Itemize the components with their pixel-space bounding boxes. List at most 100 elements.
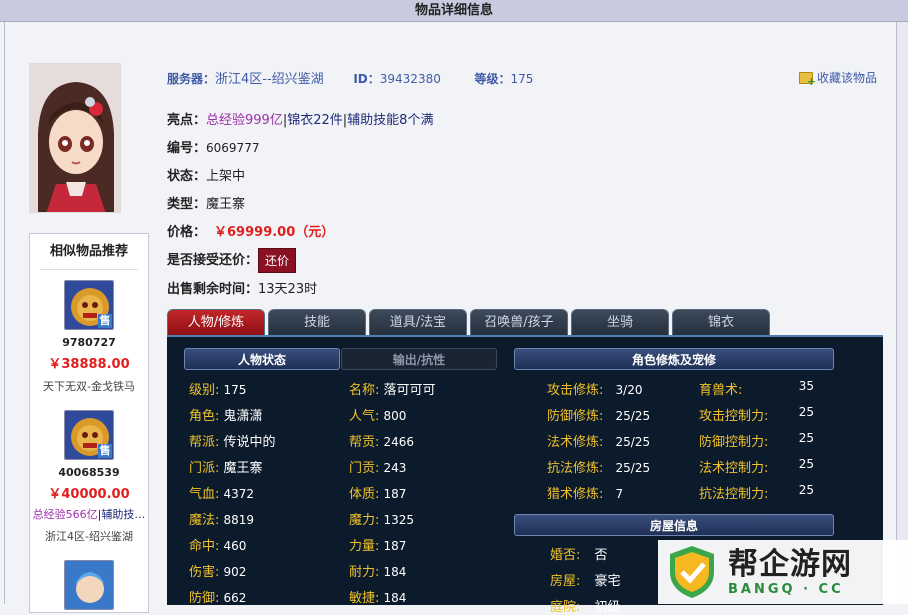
price-value: ￥69999.00（元） <box>214 225 335 240</box>
remaining-label: 出售剩余时间： <box>167 282 259 297</box>
stat-agility: 敏捷: 184 <box>349 591 407 606</box>
item-thumbnail[interactable]: 售 <box>64 280 114 330</box>
id-label: ID： <box>353 72 380 86</box>
type-value: 魔王寨 <box>206 197 246 212</box>
cultivation-spell-control: 法术控制力: 25 <box>699 457 814 476</box>
tab-character[interactable]: 人物/修炼 <box>167 309 265 335</box>
stat-school: 门派: 魔王寨 <box>189 461 263 476</box>
shield-logo-icon <box>670 546 714 598</box>
price-row: 价格： ￥69999.00（元） <box>167 221 334 240</box>
detail-tabs: 人物/修炼 技能 道具/法宝 召唤兽/孩子 坐骑 锦衣 <box>167 309 770 335</box>
serial-row: 编号：6069777 <box>167 137 259 156</box>
stat-damage: 伤害: 902 <box>189 565 247 580</box>
page-title: 物品详细信息 <box>0 0 908 22</box>
bargain-label: 是否接受还价： <box>167 253 259 268</box>
cultivation-attack: 攻击修炼: 3/20 <box>547 383 643 398</box>
level-value: 175 <box>510 72 534 86</box>
house-courtyard: 庭院: 初级 <box>550 600 621 615</box>
similar-items-panel: 相似物品推荐 售 9780727 ￥38888.00 天下无双-金戈铁马 售 4… <box>29 233 149 613</box>
highlight-exp: 总经验999亿 <box>206 113 283 128</box>
folder-add-icon <box>799 71 816 88</box>
similar-item[interactable] <box>30 560 148 610</box>
serial-label: 编号： <box>167 141 207 156</box>
stat-role: 角色: 鬼潇潇 <box>189 409 263 424</box>
bargain-row: 是否接受还价： 还价 <box>167 248 297 273</box>
item-thumbnail[interactable]: 售 <box>64 410 114 460</box>
stat-magic: 魔力: 1325 <box>349 513 415 528</box>
stat-mp: 魔法: 8819 <box>189 513 255 528</box>
type-row: 类型：魔王寨 <box>167 193 245 212</box>
cultivation-hunting: 猎术修炼: 7 <box>547 487 624 502</box>
stat-popularity: 人气: 800 <box>349 409 407 424</box>
highlight-exp: 总经验566亿 <box>32 508 98 521</box>
house-type: 房屋: 豪宅 <box>550 574 621 589</box>
highlights-label: 亮点： <box>167 113 207 128</box>
stat-defense: 防御: 662 <box>189 591 247 606</box>
character-portrait-image <box>30 64 120 212</box>
similar-item-desc: 浙江4区-绍兴鉴湖 <box>45 530 133 543</box>
house-title: 房屋信息 <box>514 514 834 536</box>
item-header: 服务器：浙江4区--绍兴鉴湖 ID：39432380 等级：175 <box>167 68 533 87</box>
server-label: 服务器： <box>167 72 216 86</box>
cultivation-title: 角色修炼及宠修 <box>514 348 834 370</box>
tab-pets[interactable]: 召唤兽/孩子 <box>470 309 568 335</box>
item-thumbnail[interactable] <box>64 560 114 610</box>
stat-constitution: 体质: 187 <box>349 487 407 502</box>
serial-value: 6069777 <box>206 141 260 155</box>
stat-hp: 气血: 4372 <box>189 487 255 502</box>
cultivation-resist-control: 抗法控制力: 25 <box>699 483 814 502</box>
watermark: 帮企游网 BANGQ · CC <box>658 540 908 604</box>
cultivation-defense: 防御修炼: 25/25 <box>547 409 651 424</box>
frame-left <box>4 22 5 604</box>
tab-outfits[interactable]: 锦衣 <box>672 309 770 335</box>
similar-item-price: ￥38888.00 <box>48 357 130 372</box>
level-label: 等级： <box>474 72 511 86</box>
cultivation-resist: 抗法修炼: 25/25 <box>547 461 651 476</box>
type-label: 类型： <box>167 197 207 212</box>
status-label: 状态： <box>167 169 207 184</box>
similar-item-id: 9780727 <box>62 336 116 349</box>
cultivation-defense-control: 防御控制力: 25 <box>699 431 814 450</box>
highlight-skills: 辅助技能8个满 <box>347 113 434 128</box>
character-avatar <box>29 63 121 213</box>
status-value: 上架中 <box>206 169 246 184</box>
price-label: 价格： <box>167 225 207 240</box>
subtab-character-status[interactable]: 人物状态 <box>184 348 340 370</box>
similar-items-title: 相似物品推荐 <box>40 234 138 270</box>
cultivation-taming: 育兽术: 35 <box>699 379 814 398</box>
tab-items[interactable]: 道具/法宝 <box>369 309 467 335</box>
tab-mounts[interactable]: 坐骑 <box>571 309 669 335</box>
similar-item[interactable]: 售 9780727 ￥38888.00 天下无双-金戈铁马 <box>30 280 148 394</box>
remaining-row: 出售剩余时间：13天23时 <box>167 278 317 297</box>
similar-item-highlights: 总经验566亿|辅助技… <box>30 506 148 522</box>
similar-item-id: 40068539 <box>58 466 120 479</box>
favorite-label[interactable]: 收藏该物品 <box>817 69 877 86</box>
stat-strength: 力量: 187 <box>349 539 407 554</box>
scroll-strip <box>897 22 908 604</box>
tab-skills[interactable]: 技能 <box>268 309 366 335</box>
server-value: 浙江4区--绍兴鉴湖 <box>215 72 324 87</box>
stat-level: 级别: 175 <box>189 383 247 398</box>
house-married: 婚否: 否 <box>550 548 608 563</box>
subtab-output-resistance[interactable]: 输出/抗性 <box>341 348 497 370</box>
cultivation-attack-control: 攻击控制力: 25 <box>699 405 814 424</box>
sale-badge: 售 <box>98 314 112 328</box>
highlight-skill: 辅助技… <box>101 508 146 521</box>
remaining-value: 13天23时 <box>258 282 318 297</box>
id-value: 39432380 <box>379 72 441 86</box>
similar-item-desc: 天下无双-金戈铁马 <box>43 380 135 393</box>
watermark-sub: BANGQ · CC <box>728 581 844 597</box>
stat-school-contribution: 门贡: 243 <box>349 461 407 476</box>
similar-item[interactable]: 售 40068539 ￥40000.00 总经验566亿|辅助技… 浙江4区-绍… <box>30 410 148 544</box>
similar-item-price: ￥40000.00 <box>48 487 130 502</box>
favorite-link[interactable]: 收藏该物品 <box>799 69 877 88</box>
stat-hit: 命中: 460 <box>189 539 247 554</box>
cultivation-spell: 法术修炼: 25/25 <box>547 435 651 450</box>
watermark-text: 帮企游网 <box>728 546 852 582</box>
stat-guild: 帮派: 传说中的 <box>189 435 276 450</box>
sale-badge: 售 <box>98 444 112 458</box>
character-thumb-icon <box>65 561 113 609</box>
status-row: 状态：上架中 <box>167 165 245 184</box>
bargain-button[interactable]: 还价 <box>258 248 297 273</box>
stat-guild-contribution: 帮贡: 2466 <box>349 435 415 450</box>
